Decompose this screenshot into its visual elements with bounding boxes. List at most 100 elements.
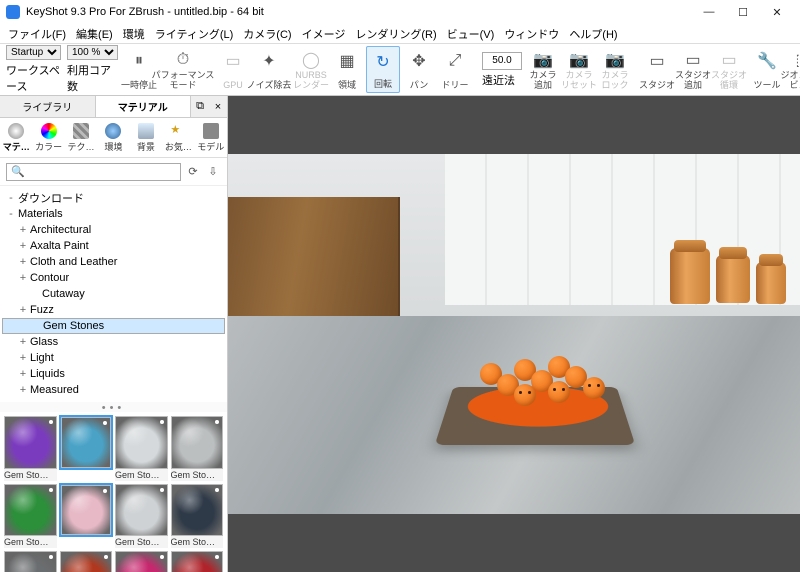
startup-select[interactable]: Startup bbox=[6, 45, 61, 60]
tree-row[interactable]: +Cloth and Leather bbox=[2, 254, 225, 270]
app-icon bbox=[6, 5, 20, 19]
thumb-label: Gem Sto… bbox=[115, 469, 168, 481]
maximize-button[interactable]: ☐ bbox=[726, 0, 760, 24]
geometry-view-button[interactable]: ⬚ジオメトリ ビュー bbox=[786, 46, 800, 93]
tree-row[interactable]: +Liquids bbox=[2, 366, 225, 382]
camera-reset-button[interactable]: 📷カメラ リセット bbox=[562, 46, 596, 93]
material-thumb[interactable]: Gem Sto… bbox=[171, 484, 224, 549]
expand-icon[interactable]: + bbox=[18, 256, 28, 268]
thumb-preview bbox=[115, 484, 168, 537]
expand-icon[interactable]: + bbox=[18, 352, 28, 364]
cattab-environment[interactable]: 環境 bbox=[97, 118, 129, 157]
cattab-model[interactable]: モデル bbox=[195, 118, 227, 157]
menu-rendering[interactable]: レンダリング(R) bbox=[351, 24, 440, 44]
viewport[interactable] bbox=[228, 96, 800, 572]
tree-row[interactable]: +Measured bbox=[2, 382, 225, 398]
material-thumb[interactable]: Gem Sto… bbox=[115, 416, 168, 481]
tree-row[interactable]: +Contour bbox=[2, 270, 225, 286]
denoise-button[interactable]: ✦ノイズ除去 bbox=[252, 46, 286, 93]
cattab-favorite[interactable]: ★お気… bbox=[162, 118, 194, 157]
expand-icon[interactable]: + bbox=[18, 304, 28, 316]
tree-row[interactable]: +Glass bbox=[2, 334, 225, 350]
material-thumb[interactable]: Gem Sto… bbox=[171, 416, 224, 481]
menu-file[interactable]: ファイル(F) bbox=[4, 24, 70, 44]
expand-icon[interactable]: - bbox=[6, 192, 16, 204]
material-thumb[interactable]: Gem Sto… bbox=[115, 551, 168, 572]
pause-icon: ⏸ bbox=[135, 48, 143, 74]
tab-library[interactable]: ライブラリ bbox=[0, 96, 96, 117]
import-icon[interactable]: ⇩ bbox=[205, 164, 221, 180]
thumb-preview bbox=[4, 416, 57, 469]
region-button[interactable]: ▦領域 bbox=[330, 46, 364, 93]
menu-help[interactable]: ヘルプ(H) bbox=[565, 24, 621, 44]
tree-row[interactable]: +Light bbox=[2, 350, 225, 366]
thumbnail-grid: Gem Sto…Gem Ston…Gem Sto…Gem Sto…Gem Sto… bbox=[0, 412, 227, 572]
cattab-material[interactable]: マテ… bbox=[0, 118, 32, 157]
camera-add-button[interactable]: 📷カメラ 追加 bbox=[526, 46, 560, 93]
expand-icon[interactable]: + bbox=[18, 240, 28, 252]
expand-icon[interactable]: + bbox=[18, 384, 28, 396]
background-icon bbox=[138, 123, 154, 139]
material-thumb[interactable]: Gem Sto… bbox=[115, 484, 168, 549]
thumb-preview bbox=[60, 551, 113, 572]
expand-icon[interactable]: - bbox=[6, 208, 16, 220]
cores-label: 利用コア数 bbox=[67, 62, 118, 94]
minimize-button[interactable]: ― bbox=[692, 0, 726, 24]
tree-row[interactable]: Cutaway bbox=[2, 286, 225, 302]
material-thumb[interactable]: Gem Sto… bbox=[4, 551, 57, 572]
material-thumb[interactable]: Gem Sto… bbox=[4, 416, 57, 481]
pan-button[interactable]: ✥パン bbox=[402, 46, 436, 93]
expand-icon[interactable]: + bbox=[18, 272, 28, 284]
panel-close-icon[interactable]: × bbox=[209, 96, 227, 117]
material-thumb[interactable]: Gem Sto… bbox=[60, 551, 113, 572]
search-input[interactable] bbox=[6, 163, 181, 181]
studio-add-button[interactable]: ▭スタジオ 追加 bbox=[676, 46, 710, 93]
performance-button[interactable]: ⏱パフォーマンス モード bbox=[158, 46, 208, 93]
close-button[interactable]: ✕ bbox=[760, 0, 794, 24]
material-thumb[interactable]: Gem Sto… bbox=[171, 551, 224, 572]
menu-environment[interactable]: 環境 bbox=[119, 24, 149, 44]
tree-row[interactable]: -Materials bbox=[2, 206, 225, 222]
cattab-background[interactable]: 背景 bbox=[130, 118, 162, 157]
tree-row[interactable]: +Architectural bbox=[2, 222, 225, 238]
render-preview bbox=[228, 154, 800, 514]
menu-camera[interactable]: カメラ(C) bbox=[239, 24, 295, 44]
tab-material[interactable]: マテリアル bbox=[96, 96, 192, 117]
tool-button[interactable]: 🔧ツール bbox=[750, 46, 784, 93]
tree-label: Cloth and Leather bbox=[30, 256, 117, 268]
nurbs-button[interactable]: ◯NURBS レンダー bbox=[294, 46, 328, 93]
cattab-color[interactable]: カラー bbox=[32, 118, 64, 157]
tree-row[interactable]: +Axalta Paint bbox=[2, 238, 225, 254]
menu-window[interactable]: ウィンドウ bbox=[500, 24, 563, 44]
material-thumb[interactable]: Gem Ston… bbox=[60, 416, 113, 434]
dolly-button[interactable]: ⤢ドリー bbox=[438, 46, 472, 93]
rotate-icon: ↻ bbox=[376, 49, 389, 75]
zoom-select[interactable]: 100 % bbox=[67, 45, 118, 60]
thumb-preview bbox=[115, 416, 168, 469]
menu-image[interactable]: イメージ bbox=[298, 24, 350, 44]
studio-loop-button[interactable]: ▭スタジオ 循環 bbox=[712, 46, 746, 93]
expand-icon[interactable]: + bbox=[18, 368, 28, 380]
cattab-texture[interactable]: テク… bbox=[65, 118, 97, 157]
studio-button[interactable]: ▭スタジオ bbox=[640, 46, 674, 93]
refresh-icon[interactable]: ⟳ bbox=[185, 164, 201, 180]
tree-row[interactable]: Gem Stones bbox=[2, 318, 225, 334]
panel-undock-icon[interactable]: ⧉ bbox=[191, 96, 209, 117]
material-thumb[interactable]: Gem Sto… bbox=[60, 484, 113, 502]
material-thumb[interactable]: Gem Sto… bbox=[4, 484, 57, 549]
menu-edit[interactable]: 編集(E) bbox=[72, 24, 117, 44]
rotate-button[interactable]: ↻回転 bbox=[366, 46, 400, 93]
splitter-handle[interactable]: ••• bbox=[0, 402, 227, 412]
gpu-button[interactable]: ▭GPU bbox=[216, 46, 250, 93]
material-tree[interactable]: -ダウンロード-Materials+Architectural+Axalta P… bbox=[0, 186, 227, 402]
camera-lock-button[interactable]: 📷カメラ ロック bbox=[598, 46, 632, 93]
focal-input[interactable] bbox=[482, 52, 522, 70]
toolbar: Startup ワークスペース 100 % 利用コア数 ⏸一時停止 ⏱パフォーマ… bbox=[0, 44, 800, 96]
menu-lighting[interactable]: ライティング(L) bbox=[151, 24, 238, 44]
menu-view[interactable]: ビュー(V) bbox=[443, 24, 499, 44]
tree-row[interactable]: -ダウンロード bbox=[2, 190, 225, 206]
tree-row[interactable]: +Fuzz bbox=[2, 302, 225, 318]
model-icon bbox=[203, 123, 219, 139]
expand-icon[interactable]: + bbox=[18, 336, 28, 348]
expand-icon[interactable]: + bbox=[18, 224, 28, 236]
